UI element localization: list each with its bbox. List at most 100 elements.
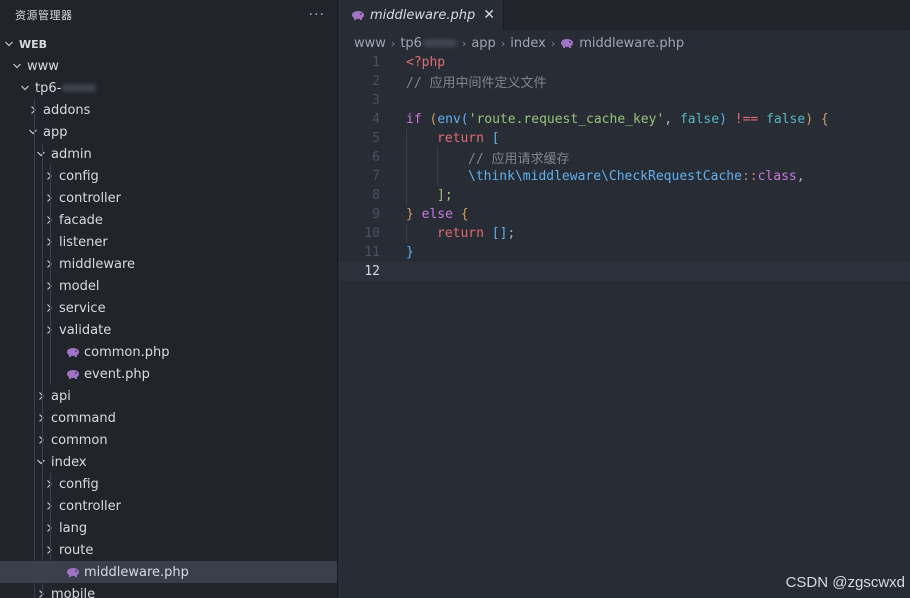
tree-file-item[interactable]: event.php xyxy=(0,363,337,385)
chevron-down-icon[interactable] xyxy=(11,55,23,77)
tree-folder-item[interactable]: command xyxy=(0,407,337,429)
indent-guide xyxy=(34,517,35,539)
chevron-down-icon[interactable] xyxy=(35,143,47,165)
chevron-right-icon[interactable] xyxy=(43,319,55,341)
chevron-right-icon[interactable] xyxy=(43,517,55,539)
indent-guide xyxy=(34,385,35,407)
token-operator: !== xyxy=(726,112,767,127)
indent-guide xyxy=(437,167,438,186)
token-return: return xyxy=(437,226,484,241)
breadcrumb-file[interactable]: middleware.php xyxy=(579,36,684,51)
breadcrumb-www[interactable]: www xyxy=(354,36,386,51)
chevron-right-icon[interactable] xyxy=(43,209,55,231)
chevron-right-icon[interactable] xyxy=(43,253,55,275)
indent-guide xyxy=(34,165,35,187)
tree-item-label: middleware.php xyxy=(84,564,189,580)
tree-folder-item[interactable]: controller xyxy=(0,495,337,517)
token-namespace: \think\middleware\CheckRequestCache xyxy=(468,169,742,184)
line-number: 8 xyxy=(372,188,380,203)
tree-folder-item[interactable]: service xyxy=(0,297,337,319)
tree-folder-item[interactable]: WEB xyxy=(0,33,337,55)
tree-item-label: model xyxy=(59,278,100,294)
indent-guide xyxy=(42,385,43,407)
code-text: if (env('route.request_cache_key', false… xyxy=(406,112,829,127)
tree-folder-item[interactable]: index xyxy=(0,451,337,473)
tree-folder-item[interactable]: common xyxy=(0,429,337,451)
redacted-text xyxy=(422,39,457,47)
more-actions-icon[interactable]: ··· xyxy=(309,7,325,23)
chevron-right-icon[interactable] xyxy=(35,429,47,451)
line-number: 9 xyxy=(372,207,380,222)
tree-folder-item[interactable]: lang xyxy=(0,517,337,539)
chevron-down-icon[interactable] xyxy=(35,451,47,473)
chevron-right-icon[interactable] xyxy=(43,231,55,253)
tree-folder-item[interactable]: model xyxy=(0,275,337,297)
tree-folder-item[interactable]: route xyxy=(0,539,337,561)
explorer-header: 资源管理器 ··· xyxy=(0,0,337,30)
indent-guide xyxy=(42,583,43,598)
indent-guide xyxy=(34,539,35,561)
tree-folder-item[interactable]: listener xyxy=(0,231,337,253)
chevron-down-icon[interactable] xyxy=(19,77,31,99)
tree-folder-item[interactable]: config xyxy=(0,473,337,495)
tree-folder-item[interactable]: addons xyxy=(0,99,337,121)
php-elephant-icon xyxy=(351,10,365,20)
chevron-right-icon[interactable] xyxy=(35,407,47,429)
tree-item-label: common xyxy=(51,432,108,448)
token-comma: , xyxy=(796,169,805,184)
breadcrumb-tp6[interactable]: tp6 xyxy=(400,36,457,51)
chevron-right-icon[interactable] xyxy=(43,495,55,517)
code-line: 1 <?php xyxy=(339,53,910,72)
tree-folder-item[interactable]: config xyxy=(0,165,337,187)
token-return: return xyxy=(437,131,484,146)
indent-guide xyxy=(42,495,43,517)
tree-item-label: config xyxy=(59,168,99,184)
indent-guide xyxy=(406,224,407,243)
chevron-right-icon[interactable] xyxy=(43,165,55,187)
tree-item-label: www xyxy=(27,58,59,74)
tree-folder-item[interactable]: app xyxy=(0,121,337,143)
indent-guide xyxy=(42,143,43,165)
code-line: 7 \think\middleware\CheckRequestCache::c… xyxy=(339,167,910,186)
chevron-right-icon[interactable] xyxy=(43,187,55,209)
chevron-down-icon[interactable] xyxy=(27,121,39,143)
indent-guide xyxy=(34,407,35,429)
chevron-right-icon[interactable] xyxy=(35,583,47,598)
chevron-right-icon[interactable] xyxy=(43,275,55,297)
tree-folder-item[interactable]: admin xyxy=(0,143,337,165)
close-icon[interactable]: ✕ xyxy=(483,7,495,23)
chevron-right-icon[interactable] xyxy=(27,99,39,121)
indent-guide xyxy=(34,297,35,319)
chevron-down-icon[interactable] xyxy=(3,33,15,55)
indent-guide xyxy=(42,473,43,495)
indent-guide xyxy=(34,363,35,385)
tree-folder-item[interactable]: api xyxy=(0,385,337,407)
indent-guide xyxy=(42,231,43,253)
tree-file-item[interactable]: common.php xyxy=(0,341,337,363)
tree-item-label: middleware xyxy=(59,256,136,272)
tree-folder-item[interactable]: facade xyxy=(0,209,337,231)
token-brace: } xyxy=(406,207,414,222)
indent-guide xyxy=(406,148,407,167)
php-elephant-icon xyxy=(65,561,81,583)
tree-folder-item[interactable]: controller xyxy=(0,187,337,209)
tree-folder-item[interactable]: validate xyxy=(0,319,337,341)
chevron-right-icon[interactable] xyxy=(43,297,55,319)
chevron-right-icon: › xyxy=(390,36,396,50)
tree-folder-item[interactable]: mobile xyxy=(0,583,337,598)
editor-panel: middleware.php ✕ www › tp6 › app › index… xyxy=(339,0,910,598)
chevron-right-icon[interactable] xyxy=(43,473,55,495)
chevron-right-icon[interactable] xyxy=(35,385,47,407)
tree-folder-item[interactable]: tp6- xyxy=(0,77,337,99)
tab-middleware-php[interactable]: middleware.php ✕ xyxy=(339,0,504,30)
indent-guide xyxy=(50,297,51,319)
breadcrumb-index[interactable]: index xyxy=(510,36,546,51)
code-comment: // 应用中间件定义文件 xyxy=(406,76,547,91)
code-editor[interactable]: 1 <?php 2 // 应用中间件定义文件 3 4 if (env('rout… xyxy=(339,53,910,598)
tree-folder-item[interactable]: www xyxy=(0,55,337,77)
chevron-right-icon[interactable] xyxy=(43,539,55,561)
breadcrumb-app[interactable]: app xyxy=(471,36,495,51)
tree-folder-item[interactable]: middleware xyxy=(0,253,337,275)
line-number: 4 xyxy=(372,112,380,127)
tree-file-item[interactable]: middleware.php xyxy=(0,561,337,583)
